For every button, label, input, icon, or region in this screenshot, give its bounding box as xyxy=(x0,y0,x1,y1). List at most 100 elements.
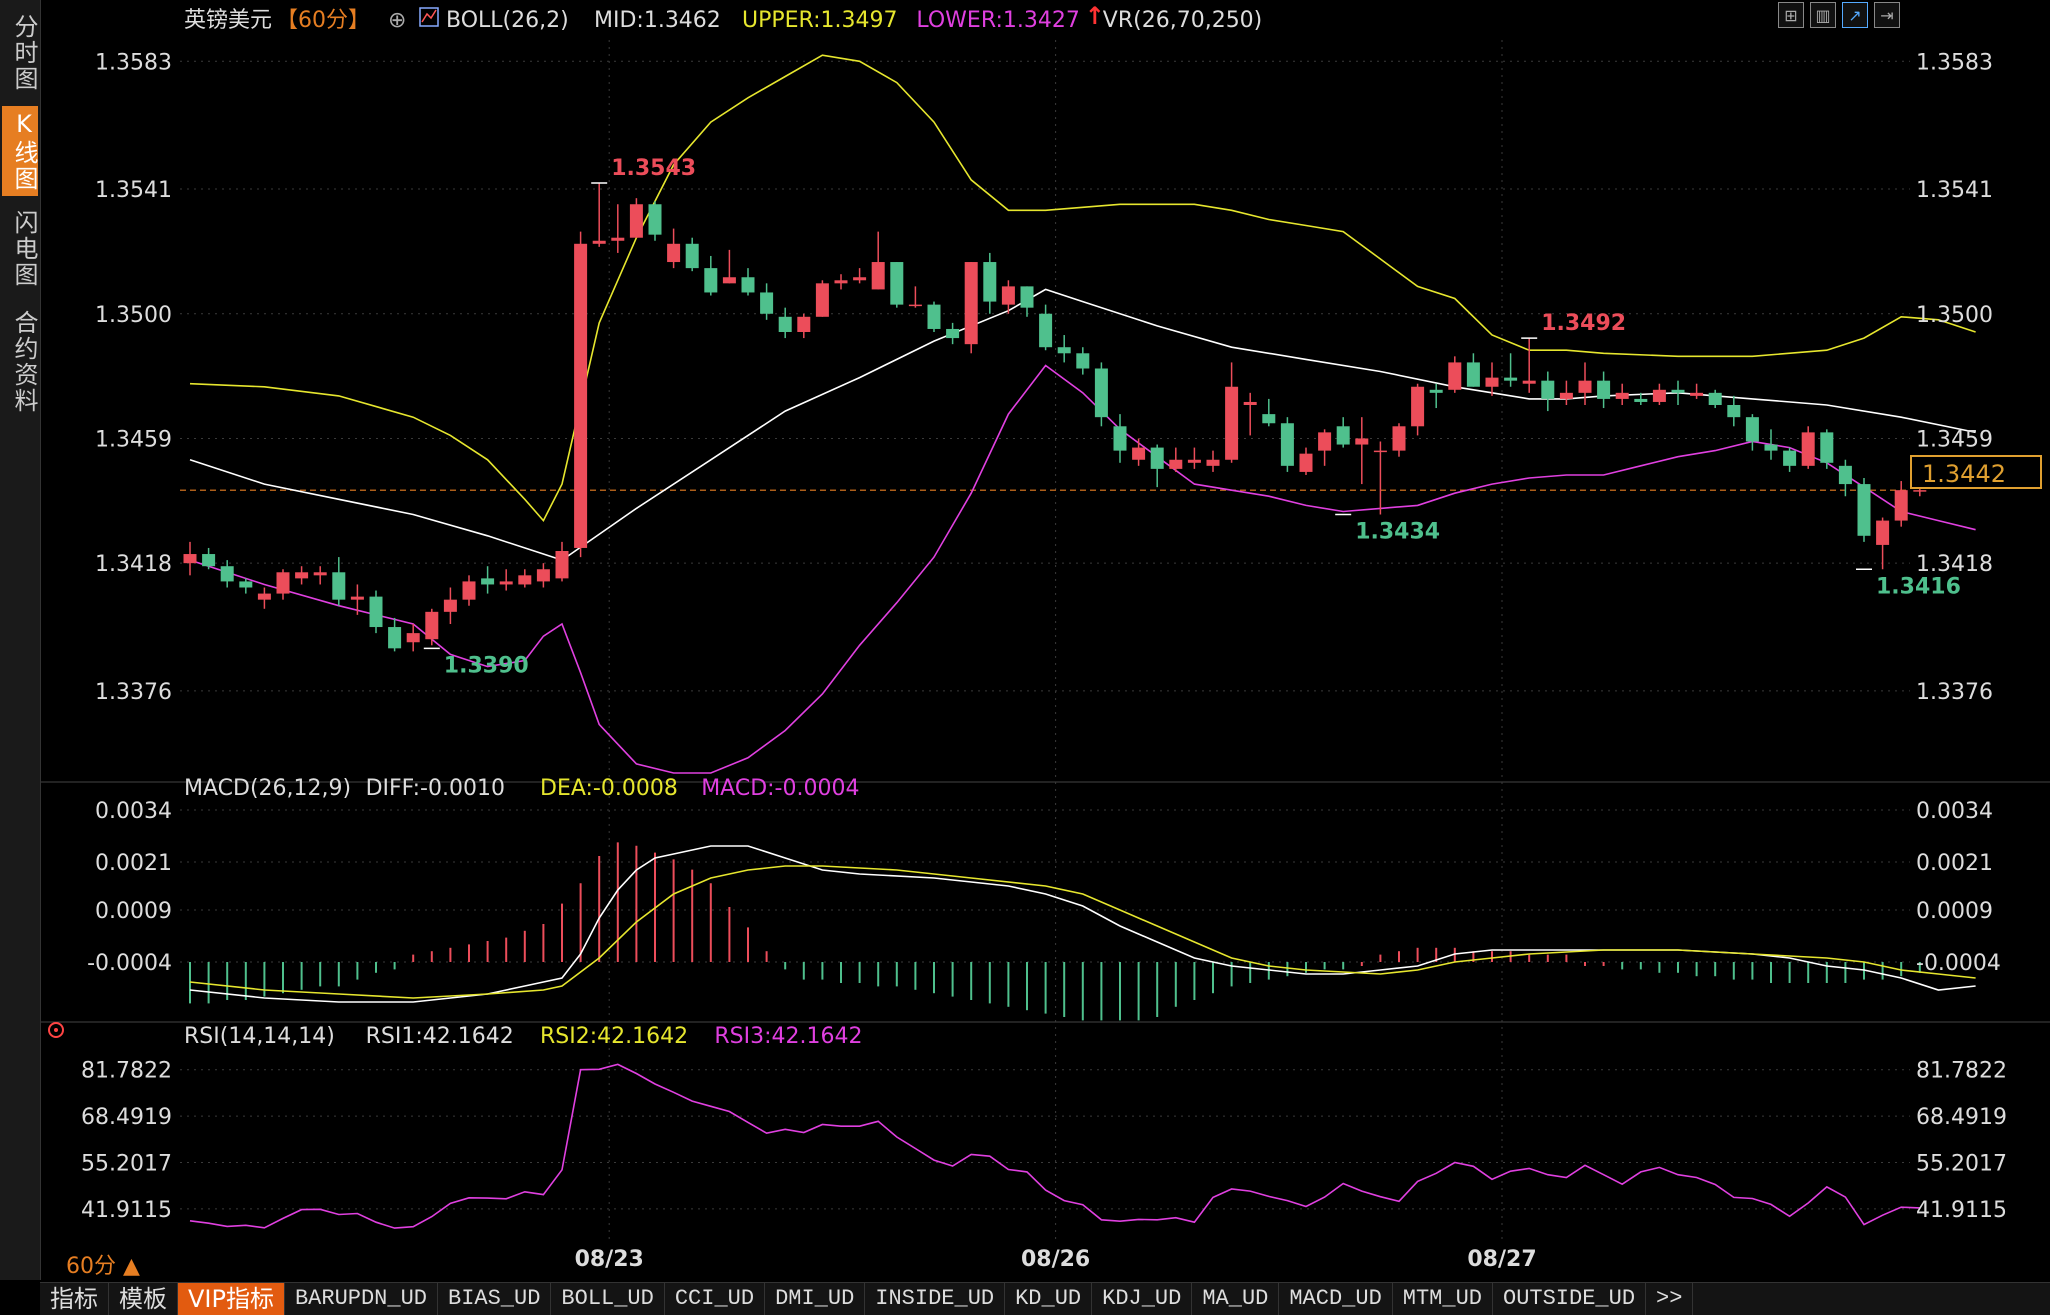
indicator-tab[interactable]: MA_UD xyxy=(1192,1283,1280,1315)
candle xyxy=(1429,383,1443,409)
candle xyxy=(1150,444,1164,488)
boll-lower-line xyxy=(189,364,1976,774)
candle-body xyxy=(1225,386,1239,460)
candle-body xyxy=(1336,426,1350,445)
candle xyxy=(890,262,904,308)
candle-body xyxy=(1448,362,1462,390)
indicator-tab[interactable]: 指标 xyxy=(40,1283,109,1315)
indicator-tab[interactable]: BARUPDN_UD xyxy=(285,1283,438,1315)
grid-icon[interactable]: ⊞ xyxy=(1778,2,1804,28)
candle xyxy=(592,182,606,247)
candle-body xyxy=(1020,286,1034,308)
candle-body xyxy=(1876,520,1890,545)
candle-body xyxy=(1504,377,1518,381)
candle-body xyxy=(518,575,532,585)
candle-body xyxy=(1355,438,1369,445)
y-tick-label-left: 68.4919 xyxy=(81,1105,172,1130)
line-chart-icon[interactable]: ↗ xyxy=(1842,2,1868,28)
candle-body xyxy=(1857,484,1871,536)
candle xyxy=(871,231,885,290)
candle xyxy=(1355,417,1369,485)
indicator-tab[interactable]: DMI_UD xyxy=(765,1283,866,1315)
y-tick-label-right: 55.2017 xyxy=(1916,1152,2007,1177)
indicator-tab[interactable]: MACD_UD xyxy=(1279,1283,1393,1315)
candle xyxy=(1318,429,1332,466)
candle xyxy=(518,569,532,588)
indicator-tab[interactable]: KDJ_UD xyxy=(1092,1283,1193,1315)
candle xyxy=(1392,423,1406,457)
indicator-tab[interactable]: BOLL_UD xyxy=(551,1283,665,1315)
candle-body xyxy=(536,569,550,582)
candle-body xyxy=(202,554,216,567)
side-tab-contract-info[interactable]: 合约资料 xyxy=(2,302,38,422)
candle xyxy=(815,280,829,317)
indicator-tab[interactable]: MTM_UD xyxy=(1393,1283,1493,1315)
indicator-tab[interactable]: OUTSIDE_UD xyxy=(1493,1283,1647,1315)
candle xyxy=(853,268,867,284)
candle-body xyxy=(1169,459,1183,469)
candle xyxy=(1466,353,1480,387)
candle xyxy=(1411,383,1425,436)
candle-body xyxy=(1894,490,1908,521)
candle-body xyxy=(1299,453,1313,472)
indicator-tab[interactable]: VIP指标 xyxy=(178,1283,285,1315)
candle-body xyxy=(1783,450,1797,466)
candle xyxy=(369,590,383,634)
candle xyxy=(704,255,718,296)
toolbar-icons: ⊞ ▥ ↗ ⇥ xyxy=(1778,2,1900,28)
candle-body xyxy=(1597,380,1611,399)
candle-body xyxy=(1652,389,1666,402)
indicator-tab[interactable]: 模板 xyxy=(109,1283,178,1315)
candle-body xyxy=(927,304,941,329)
candle-body xyxy=(722,277,736,284)
symbol-label: 英镑美元 xyxy=(184,8,272,33)
candle-body xyxy=(1392,426,1406,451)
y-tick-label-left: 0.0009 xyxy=(95,899,172,924)
candle xyxy=(1764,429,1778,460)
candle-body xyxy=(611,237,625,241)
candle xyxy=(760,283,774,320)
indicator-tab[interactable]: KD_UD xyxy=(1005,1283,1093,1315)
candle-body xyxy=(1801,432,1815,466)
indicator-tab[interactable]: INSIDE_UD xyxy=(865,1283,1006,1315)
candle-body xyxy=(276,572,290,594)
candle-body xyxy=(1522,380,1536,384)
y-tick-label-left: 0.0021 xyxy=(95,851,172,876)
y-tick-label-right: 0.0009 xyxy=(1916,899,1993,924)
export-icon[interactable]: ⇥ xyxy=(1874,2,1900,28)
candlesticks[interactable] xyxy=(183,182,1927,652)
chart-icon[interactable]: ▥ xyxy=(1810,2,1836,28)
candle xyxy=(574,231,588,558)
indicator-tab[interactable]: CCI_UD xyxy=(665,1283,766,1315)
period-button[interactable]: 60分 ▲ xyxy=(66,1248,140,1280)
candle-body xyxy=(1578,380,1592,393)
indicator-tab[interactable]: BIAS_UD xyxy=(438,1283,552,1315)
indicator-tab[interactable]: >> xyxy=(1646,1283,1694,1315)
candle-body xyxy=(369,596,383,628)
candle xyxy=(667,228,681,269)
y-tick-label-left: 41.9115 xyxy=(81,1198,172,1223)
candle-body xyxy=(1318,432,1332,451)
candle-body xyxy=(1671,389,1685,393)
candle-body xyxy=(1541,380,1555,399)
candle xyxy=(1373,441,1387,515)
candle xyxy=(1578,362,1592,405)
candle xyxy=(555,541,569,582)
y-tick-label-left: 1.3583 xyxy=(95,50,172,75)
chart-canvas[interactable]: 1.35431.33901.34921.34341.3416 1.3583 1.3… xyxy=(0,0,2050,1314)
side-tab-timeshare[interactable]: 分时图 xyxy=(2,8,38,98)
x-tick-label: 08/26 xyxy=(1021,1247,1090,1272)
candle xyxy=(1838,459,1852,497)
candle-body xyxy=(1615,392,1629,399)
side-tab-flash[interactable]: 闪电图 xyxy=(2,204,38,294)
candle xyxy=(536,563,550,588)
candle-body xyxy=(778,316,792,332)
y-tick-label-left: 0.0034 xyxy=(95,799,172,824)
candle-body xyxy=(704,268,718,293)
rsi-legend-item: RSI2:42.1642 xyxy=(540,1024,688,1049)
candle-body xyxy=(555,551,569,579)
side-tab-kline[interactable]: K线图 xyxy=(2,106,38,196)
indicator-chart-icon-line xyxy=(421,9,437,23)
y-tick-label-left: -0.0004 xyxy=(87,951,172,976)
candle-body xyxy=(443,599,457,612)
